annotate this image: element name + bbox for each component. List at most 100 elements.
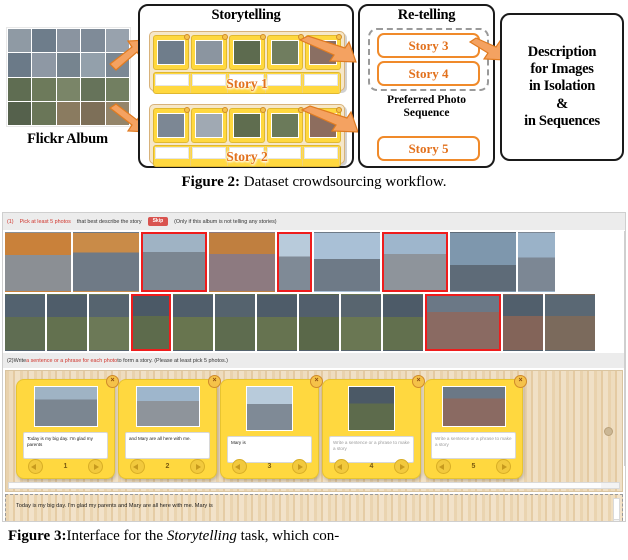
- description-line-3: in Isolation: [528, 78, 596, 95]
- card-photo: [135, 386, 200, 427]
- photo-thumbnail[interactable]: [209, 232, 275, 292]
- close-icon: [184, 107, 190, 113]
- card-nav: 5: [425, 459, 522, 474]
- photo-row-1: [5, 232, 623, 292]
- preferred-label-line2: Sequence: [403, 107, 450, 120]
- instruction2-highlight: a sentence or a phrase for each photo: [26, 357, 118, 364]
- figure2-caption: Figure 2: Dataset crowdsourcing workflow…: [0, 174, 628, 191]
- skip-button[interactable]: Skip: [147, 217, 169, 226]
- story-card[interactable]: × Write a sentence or a phrase to make a…: [424, 375, 527, 479]
- album-thumbnail: [32, 77, 56, 101]
- mini-photo: [194, 39, 224, 66]
- instruction2-text-before: Write: [13, 357, 27, 364]
- story-card[interactable]: × Write a sentence or a phrase to make a…: [322, 375, 425, 479]
- instruction1-note: (Only if this album is not telling any s…: [174, 218, 277, 225]
- card-text-input[interactable]: Write a sentence or a phrase to make a s…: [431, 432, 516, 459]
- photo-thumbnail[interactable]: [299, 294, 339, 351]
- album-thumbnail: [32, 101, 56, 125]
- mini-photo: [270, 39, 300, 66]
- horizontal-scrollbar[interactable]: [8, 482, 620, 489]
- mini-photo: [156, 112, 186, 139]
- photo-thumbnail[interactable]: [450, 232, 516, 292]
- left-arrow-icon[interactable]: [129, 459, 145, 474]
- photo-thumbnail[interactable]: [314, 232, 380, 292]
- close-icon: [222, 34, 228, 40]
- description-line-5: in Sequences: [524, 112, 600, 129]
- left-arrow-icon[interactable]: [435, 459, 451, 474]
- story-card[interactable]: × Today is my big day. I'm glad my paren…: [16, 375, 119, 479]
- figure3-caption-text-1: Interface for the: [66, 528, 167, 544]
- instruction2-number: (2): [7, 357, 14, 364]
- figure2-caption-label: Figure 2:: [181, 174, 240, 190]
- photo-selection-area: [3, 230, 625, 351]
- photo-thumbnail-selected[interactable]: [141, 232, 207, 292]
- album-thumbnail: [8, 53, 32, 77]
- photo-thumbnail-selected[interactable]: [131, 294, 171, 351]
- photo-thumbnail[interactable]: [518, 232, 555, 292]
- photo-thumbnail[interactable]: [89, 294, 129, 351]
- photo-thumbnail-selected[interactable]: [382, 232, 448, 292]
- instruction-bar-1: (1) Pick at least 5 photos that best des…: [3, 213, 625, 230]
- story-textarea[interactable]: Today is my big day. I'm glad my parents…: [16, 503, 614, 511]
- album-thumbnail: [8, 29, 32, 53]
- photo-thumbnail[interactable]: [341, 294, 381, 351]
- photo-thumbnail[interactable]: [5, 232, 71, 292]
- figure3-caption-italic: Storytelling: [166, 528, 237, 544]
- close-icon: [260, 34, 266, 40]
- photo-thumbnail[interactable]: [73, 232, 139, 292]
- album-thumbnail: [32, 29, 56, 53]
- story-cards-board: × Today is my big day. I'm glad my paren…: [5, 370, 623, 492]
- story-textarea-wrapper: Today is my big day. I'm glad my parents…: [5, 494, 623, 521]
- vertical-scrollbar[interactable]: [613, 498, 620, 521]
- description-text: Description for Images in Isolation & in…: [524, 44, 600, 130]
- figure2-caption-text: Dataset crowdsourcing workflow.: [243, 174, 447, 190]
- close-icon[interactable]: ×: [514, 375, 527, 388]
- right-arrow-icon[interactable]: [394, 459, 410, 474]
- photo-row-2: [5, 294, 623, 351]
- preferred-photo-sequence-label: Preferred Photo Sequence: [360, 94, 493, 120]
- left-arrow-icon[interactable]: [27, 459, 43, 474]
- story-card[interactable]: × and Mary are all here with me. 2: [118, 375, 221, 479]
- photo-thumbnail[interactable]: [545, 294, 595, 351]
- photo-thumbnail[interactable]: [47, 294, 87, 351]
- left-arrow-icon[interactable]: [231, 459, 247, 474]
- story1-text-strip: Story 1: [153, 72, 341, 94]
- album-thumbnail: [56, 53, 81, 77]
- card-photo: [246, 386, 293, 431]
- resize-handle-icon[interactable]: [604, 427, 613, 436]
- photo-thumbnail[interactable]: [173, 294, 213, 351]
- card-nav: 1: [17, 459, 114, 474]
- card-photo: [348, 386, 395, 431]
- description-line-1: Description: [527, 44, 597, 61]
- photo-thumbnail[interactable]: [5, 294, 45, 351]
- right-arrow-icon[interactable]: [496, 459, 512, 474]
- card-text-input[interactable]: and Mary are all here with me.: [125, 432, 210, 459]
- close-icon: [222, 107, 228, 113]
- photo-thumbnail-selected[interactable]: [425, 294, 501, 351]
- left-arrow-icon[interactable]: [333, 459, 349, 474]
- right-arrow-icon[interactable]: [190, 459, 206, 474]
- mini-photo: [270, 112, 300, 139]
- right-arrow-icon[interactable]: [88, 459, 104, 474]
- mini-photo: [194, 112, 224, 139]
- story-mini-card: [229, 107, 266, 143]
- right-arrow-icon[interactable]: [292, 459, 308, 474]
- description-line-4: &: [556, 95, 568, 112]
- photo-thumbnail[interactable]: [215, 294, 255, 351]
- photo-thumbnail[interactable]: [503, 294, 543, 351]
- card-text-input[interactable]: Today is my big day. I'm glad my parents: [23, 432, 108, 459]
- instruction1-highlight: Pick at least 5 photos: [19, 218, 71, 225]
- story-mini-card: [267, 34, 304, 70]
- photo-thumbnail-selected[interactable]: [277, 232, 312, 292]
- storytelling-title: Storytelling: [211, 7, 281, 23]
- story-card-list: × Today is my big day. I'm glad my paren…: [6, 371, 622, 479]
- card-number: 2: [165, 463, 170, 470]
- figure3-caption-label: Figure 3:: [8, 528, 67, 544]
- story-card[interactable]: × Mary is 3: [220, 375, 323, 479]
- photo-thumbnail[interactable]: [383, 294, 423, 351]
- album-thumbnail: [8, 101, 32, 125]
- card-number: 3: [267, 463, 272, 470]
- storytelling-panel: Storytelling Story 1 Story 2: [138, 4, 354, 168]
- album-thumbnail: [56, 101, 81, 125]
- photo-thumbnail[interactable]: [257, 294, 297, 351]
